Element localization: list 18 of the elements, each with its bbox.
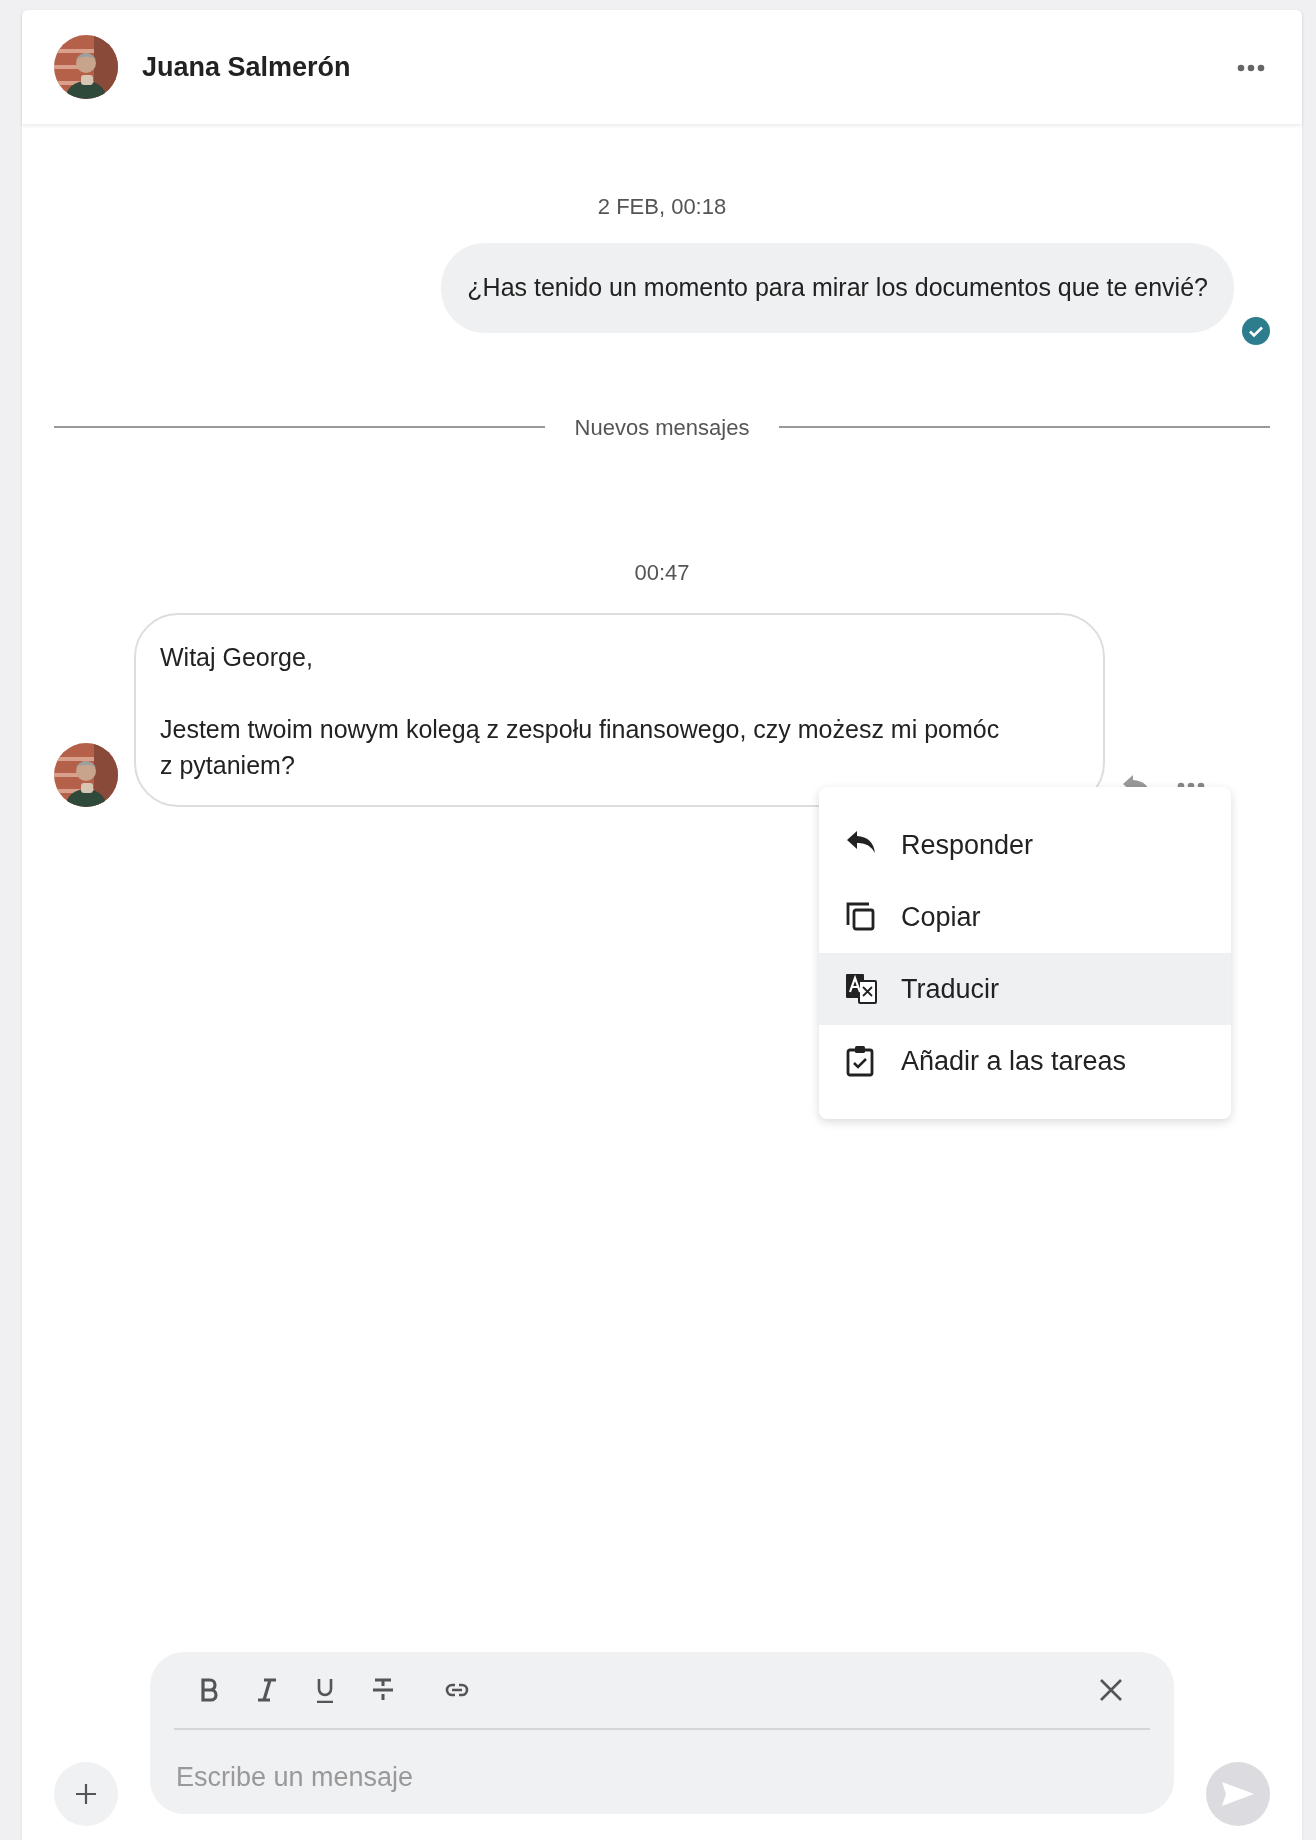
send-icon	[1221, 1781, 1255, 1807]
contact-name: Juana Salmerón	[142, 50, 351, 84]
copy-icon	[845, 901, 877, 933]
message-composer[interactable]: Escribe un mensaje	[150, 1652, 1174, 1814]
menu-item[interactable]: Añadir a las tareas	[819, 1025, 1231, 1097]
translate-icon	[845, 973, 877, 1005]
menu-item[interactable]: Responder	[819, 809, 1231, 881]
new-messages-label: Nuevos mensajes	[573, 413, 751, 442]
close-icon	[1098, 1677, 1124, 1703]
message-input[interactable]: Escribe un mensaje	[174, 1756, 1150, 1799]
timestamp: 2 FEB, 00:18	[597, 193, 727, 221]
menu-item[interactable]: Traducir	[819, 953, 1231, 1025]
message-bubble: ¿Has tenido un momento para mirar los documentos que te envié?	[441, 243, 1234, 333]
menu-item[interactable]: Copiar	[819, 881, 1231, 953]
timestamp: 00:47	[634, 558, 690, 587]
more-icon	[1237, 63, 1265, 72]
strikethrough-icon	[370, 1677, 396, 1703]
plus-icon	[74, 1782, 98, 1806]
